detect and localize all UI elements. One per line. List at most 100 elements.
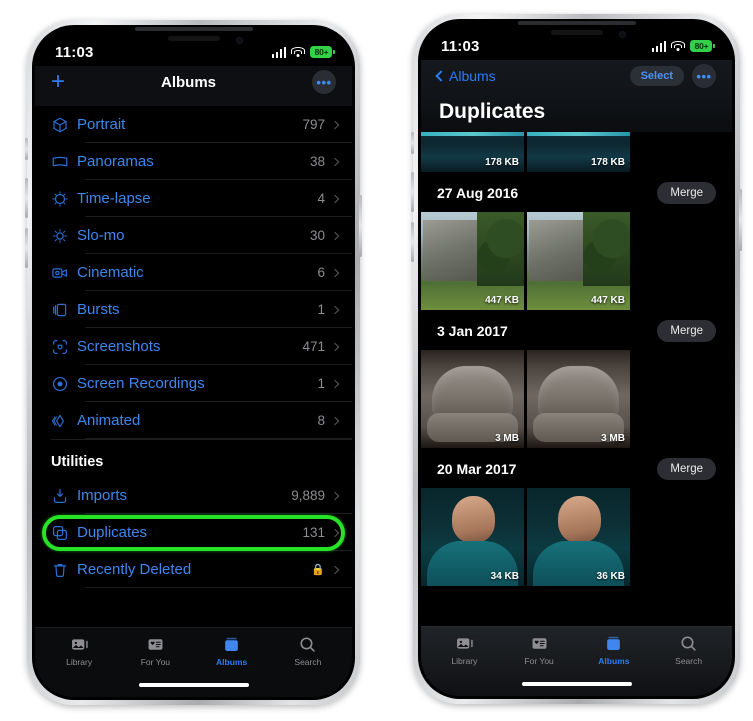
notch — [501, 22, 652, 49]
back-to-albums-button[interactable]: Albums — [435, 68, 496, 84]
tab-library[interactable]: Library — [41, 635, 117, 667]
silence-switch[interactable] — [25, 138, 28, 160]
duplicate-thumbnail[interactable]: 447 KB — [527, 212, 630, 310]
status-indicators: 80+ — [271, 46, 332, 58]
trash-icon — [51, 561, 77, 579]
merge-button[interactable]: Merge — [657, 182, 716, 204]
album-label: Cinematic — [77, 264, 144, 281]
album-row-cinematic[interactable]: Cinematic 6 — [35, 254, 352, 291]
more-options-icon[interactable]: ••• — [692, 64, 716, 88]
portrait-cube-icon — [51, 116, 77, 134]
album-row-panoramas[interactable]: Panoramas 38 — [35, 143, 352, 180]
duplicates-list[interactable]: 178 KB 178 KB 27 Aug 2016 Merge 447 KB 4… — [421, 132, 732, 626]
tab-bar-left[interactable]: Library For You Albums Search — [35, 627, 352, 673]
duplicate-thumbnail[interactable]: 36 KB — [527, 488, 630, 586]
album-row-slo-mo[interactable]: Slo-mo 30 — [35, 217, 352, 254]
volume-down-button[interactable] — [411, 222, 414, 262]
album-label: Animated — [77, 412, 141, 429]
cellular-signal-icon — [651, 40, 666, 52]
file-size-label: 3 MB — [495, 433, 519, 444]
duplicate-thumbnail[interactable]: 447 KB — [421, 212, 524, 310]
cellular-signal-icon — [271, 46, 286, 58]
albums-list[interactable]: Portrait 797 Panoramas 38 Time-lapse 4 S… — [35, 106, 352, 627]
merge-button[interactable]: Merge — [657, 320, 716, 342]
wifi-icon — [671, 40, 685, 52]
album-row-bursts[interactable]: Bursts 1 — [35, 291, 352, 328]
tab-label: Library — [66, 657, 93, 667]
imports-icon — [51, 487, 77, 505]
tab-label: For You — [524, 656, 554, 666]
duplicate-thumbnail[interactable]: 34 KB — [421, 488, 524, 586]
album-row-screen-recordings[interactable]: Screen Recordings 1 — [35, 365, 352, 402]
tab-search[interactable]: Search — [651, 634, 726, 666]
utility-row-recently-deleted[interactable]: Recently Deleted 🔒 — [35, 551, 352, 588]
file-size-label: 447 KB — [485, 295, 519, 306]
more-options-icon[interactable]: ••• — [312, 70, 336, 94]
tab-albums[interactable]: Albums — [577, 634, 652, 666]
search-icon — [679, 634, 698, 653]
front-camera-icon — [235, 37, 243, 44]
file-size-label: 447 KB — [591, 295, 625, 306]
album-label: Portrait — [77, 116, 126, 133]
volume-up-button[interactable] — [411, 172, 414, 212]
duplicates-icon — [51, 524, 77, 542]
tab-library[interactable]: Library — [427, 634, 502, 666]
screenshots-icon — [51, 338, 77, 356]
chevron-right-icon — [330, 342, 340, 351]
album-count: 4 — [317, 191, 325, 206]
album-row-animated[interactable]: Animated 8 — [35, 402, 352, 439]
utility-row-imports[interactable]: Imports 9,889 — [35, 477, 352, 514]
album-row-portrait[interactable]: Portrait 797 — [35, 106, 352, 143]
merge-button[interactable]: Merge — [657, 458, 716, 480]
duplicate-thumbnail[interactable]: 178 KB — [421, 132, 524, 172]
duplicate-thumbnail[interactable]: 178 KB — [527, 132, 630, 172]
notch-speaker-icon — [550, 30, 603, 35]
albums-icon — [604, 634, 623, 653]
album-count: 38 — [309, 154, 325, 169]
duplicate-group-header: 3 Jan 2017 Merge — [421, 310, 732, 350]
album-row-time-lapse[interactable]: Time-lapse 4 — [35, 180, 352, 217]
tab-label: Search — [294, 657, 322, 667]
chevron-right-icon — [330, 305, 340, 314]
album-count: 1 — [317, 376, 325, 391]
silence-switch[interactable] — [411, 132, 414, 154]
utility-label: Imports — [77, 487, 128, 504]
tab-albums[interactable]: Albums — [194, 635, 270, 667]
back-label: Albums — [449, 68, 496, 84]
duplicate-photo-pair: 3 MB 3 MB — [421, 350, 732, 448]
screenshot-stage: 11:03 80+ + Albums ••• Portrait 797 Pano… — [0, 0, 753, 721]
library-icon — [455, 634, 474, 653]
volume-up-button[interactable] — [25, 178, 28, 218]
duplicate-date: 3 Jan 2017 — [437, 323, 508, 339]
nav-right-actions: Select ••• — [629, 64, 716, 88]
duplicate-thumbnail[interactable]: 3 MB — [527, 350, 630, 448]
albums-icon — [222, 635, 241, 654]
front-camera-icon — [618, 31, 626, 38]
duplicate-photo-pair: 178 KB 178 KB — [421, 132, 732, 172]
home-indicator[interactable] — [138, 683, 249, 687]
tab-for-you[interactable]: For You — [117, 635, 193, 667]
add-album-button[interactable]: + — [51, 70, 65, 94]
row-separator — [85, 587, 352, 588]
duplicate-thumbnail[interactable]: 3 MB — [421, 350, 524, 448]
album-count: 30 — [309, 228, 325, 243]
power-button[interactable] — [739, 189, 742, 251]
home-indicator[interactable] — [521, 682, 632, 686]
album-row-screenshots[interactable]: Screenshots 471 — [35, 328, 352, 365]
notch — [118, 28, 269, 55]
row-separator — [85, 438, 352, 439]
file-size-label: 178 KB — [591, 157, 625, 168]
tab-bar-right[interactable]: Library For You Albums Search — [421, 626, 732, 672]
phone-bezel: 11:03 80+ Albums Select ••• Duplicates 1… — [418, 19, 735, 699]
slo-mo-icon — [51, 227, 77, 245]
tab-for-you[interactable]: For You — [502, 634, 577, 666]
utility-row-duplicates[interactable]: Duplicates 131 — [35, 514, 352, 551]
time-lapse-icon — [51, 190, 77, 208]
albums-nav-bar: + Albums ••• — [35, 66, 352, 106]
album-count: 797 — [302, 117, 325, 132]
utility-count: 9,889 — [291, 488, 325, 503]
volume-down-button[interactable] — [25, 228, 28, 268]
tab-search[interactable]: Search — [270, 635, 346, 667]
power-button[interactable] — [359, 195, 362, 257]
select-button[interactable]: Select — [629, 66, 684, 86]
